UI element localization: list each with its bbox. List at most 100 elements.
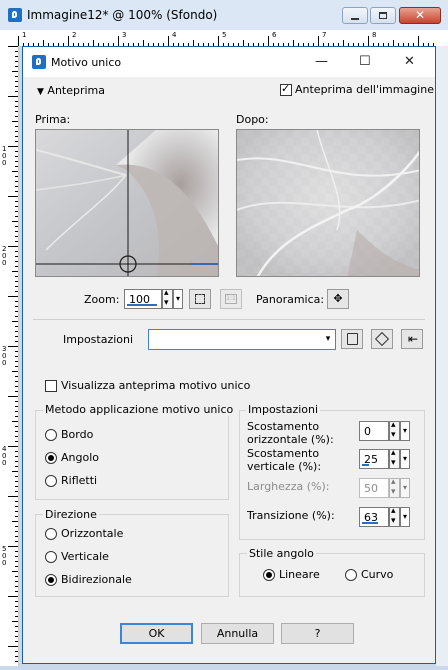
direction-vertical-radio[interactable] <box>45 551 57 563</box>
image-window-titlebar[interactable]: Immagine12* @ 100% (Sfondo) ✕ <box>0 0 448 30</box>
image-preview-checkbox[interactable] <box>280 82 292 96</box>
ruler-tick <box>15 56 18 57</box>
dialog-maximize-button[interactable]: ☐ <box>359 55 371 69</box>
ruler-tick <box>15 391 18 392</box>
vertical-ruler: 100 200 300 400 500 <box>0 46 19 666</box>
zoom-spinner[interactable] <box>162 288 173 309</box>
method-rifletti-label: Rifletti <box>61 474 98 487</box>
ruler-number: 400 <box>2 445 7 467</box>
ruler-number: 500 <box>2 545 7 567</box>
v-offset-bar <box>362 464 369 466</box>
width-input[interactable]: 50 <box>359 478 389 498</box>
before-preview[interactable] <box>35 129 219 277</box>
dialog-minimize-button[interactable]: — <box>315 55 328 69</box>
direction-horizontal-radio[interactable] <box>45 528 57 540</box>
ruler-tick <box>15 601 18 602</box>
ruler-tick <box>15 66 18 67</box>
h-offset-dropdown[interactable]: ▾ <box>400 421 410 441</box>
after-preview <box>236 129 420 277</box>
ok-button[interactable]: OK <box>120 623 193 644</box>
pan-button[interactable]: ✥ <box>327 289 349 309</box>
ruler-tick <box>15 541 18 542</box>
save-preset-button[interactable] <box>341 329 363 349</box>
ruler-tick <box>12 321 18 322</box>
preview-toggle-label: Anteprima <box>47 84 106 97</box>
ruler-tick <box>15 51 18 52</box>
h-offset-label-line2: orizzontale (%): <box>247 433 334 446</box>
h-offset-label: Scostamento orizzontale (%): <box>247 420 334 446</box>
ruler-tick <box>15 306 18 307</box>
before-label: Prima: <box>35 113 71 126</box>
ruler-tick <box>8 496 18 497</box>
ruler-tick <box>15 106 18 107</box>
chevron-down-icon: ▾ <box>325 334 331 344</box>
v-offset-spinner[interactable] <box>389 448 400 469</box>
direction-horizontal-label: Orizzontale <box>61 527 124 540</box>
ruler-tick <box>218 36 219 46</box>
dialog-close-button[interactable]: ✕ <box>404 55 415 69</box>
transition-spinner[interactable] <box>389 506 400 527</box>
ruler-tick <box>15 506 18 507</box>
show-tile-preview-checkbox[interactable] <box>45 380 57 392</box>
ruler-tick <box>12 221 18 222</box>
ruler-tick <box>15 661 18 662</box>
resource-button[interactable] <box>371 329 393 349</box>
ruler-tick <box>15 86 18 87</box>
v-offset-input[interactable]: 25 <box>359 449 389 469</box>
ruler-tick <box>15 176 18 177</box>
ruler-tick <box>15 536 18 537</box>
ruler-tick <box>15 406 18 407</box>
help-button[interactable]: ? <box>281 623 354 644</box>
ruler-tick <box>15 441 18 442</box>
image-window-maximize-button[interactable] <box>370 7 396 24</box>
dialog-titlebar[interactable]: Motivo unico — ☐ ✕ <box>23 47 435 77</box>
direction-both-radio[interactable] <box>45 574 57 586</box>
method-bordo-radio[interactable] <box>45 429 57 441</box>
zoom-dropdown[interactable]: ▾ <box>173 289 183 309</box>
v-offset-dropdown[interactable]: ▾ <box>400 449 410 469</box>
transition-dropdown[interactable]: ▾ <box>400 507 410 527</box>
ruler-tick <box>268 36 269 46</box>
ruler-number: 7 <box>322 31 327 39</box>
method-angolo-radio[interactable] <box>45 452 57 464</box>
width-dropdown[interactable]: ▾ <box>400 478 410 498</box>
presets-combo[interactable]: ▾ <box>148 329 336 350</box>
ruler-tick <box>12 621 18 622</box>
h-offset-input[interactable]: 0 <box>359 421 389 441</box>
close-icon: ✕ <box>414 8 426 22</box>
ruler-tick <box>368 36 369 46</box>
corner-linear-radio[interactable] <box>263 569 275 581</box>
after-label: Dopo: <box>236 113 269 126</box>
ruler-tick <box>12 121 18 122</box>
zoom-input[interactable]: 100 <box>124 289 162 309</box>
ruler-number: 300 <box>2 345 7 367</box>
ruler-tick <box>15 226 18 227</box>
ruler-tick <box>15 576 18 577</box>
transition-input[interactable]: 63 <box>359 507 389 527</box>
ruler-tick <box>8 196 18 197</box>
ruler-tick <box>15 556 18 557</box>
save-preset-icon <box>347 333 358 345</box>
cancel-button[interactable]: Annulla <box>201 623 274 644</box>
h-offset-spinner[interactable] <box>389 420 400 441</box>
width-spinner[interactable] <box>389 477 400 498</box>
ruler-tick <box>12 271 18 272</box>
preview-toggle[interactable]: ▼ Anteprima <box>37 84 105 97</box>
vertical-scrollbar[interactable] <box>436 46 448 666</box>
image-window-minimize-button[interactable] <box>342 7 368 24</box>
width-label: Larghezza (%): <box>247 480 330 493</box>
fit-zoom-button[interactable] <box>189 289 211 309</box>
ruler-tick <box>15 626 18 627</box>
ruler-tick <box>15 411 18 412</box>
ruler-tick <box>168 36 169 46</box>
ruler-tick <box>15 331 18 332</box>
ruler-tick <box>15 141 18 142</box>
ruler-tick <box>15 336 18 337</box>
method-rifletti-radio[interactable] <box>45 475 57 487</box>
actual-size-button[interactable]: 1:1 <box>220 289 242 309</box>
corner-curved-radio[interactable] <box>345 569 357 581</box>
reset-button[interactable]: ⇤ <box>401 329 423 349</box>
ruler-number: 200 <box>2 245 7 267</box>
image-window-close-button[interactable]: ✕ <box>399 7 441 24</box>
transition-bar <box>362 522 378 524</box>
